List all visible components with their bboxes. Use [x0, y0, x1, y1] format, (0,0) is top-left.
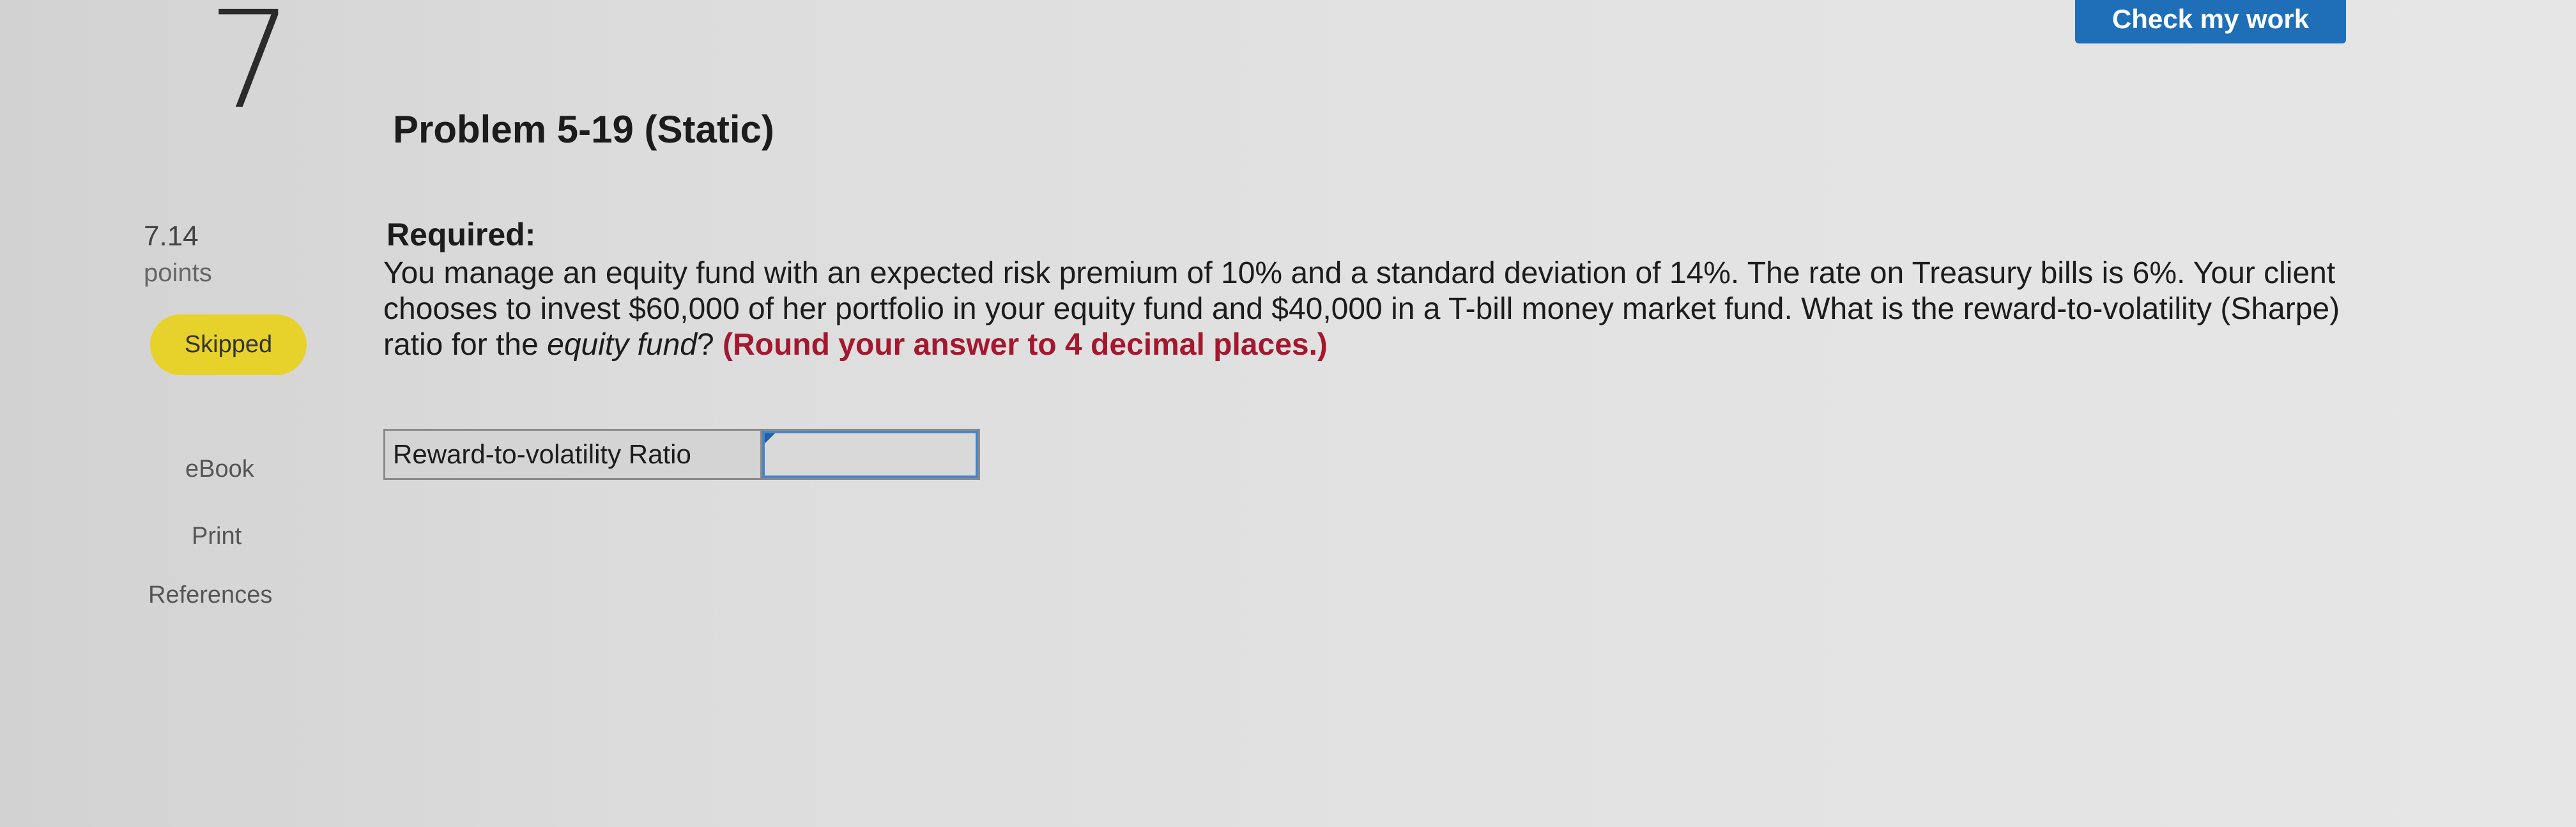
question-text: You manage an equity fund with an expect…	[383, 256, 2396, 363]
answer-input[interactable]	[762, 431, 978, 478]
rounding-instruction: (Round your answer to 4 decimal places.)	[723, 328, 1328, 362]
points-value: 7.14	[144, 220, 199, 252]
question-text-end: ?	[696, 328, 723, 362]
answer-label: Reward-to-volatility Ratio	[385, 431, 762, 478]
ebook-link[interactable]: eBook	[185, 456, 254, 483]
status-badge: Skipped	[150, 314, 307, 375]
references-link[interactable]: References	[148, 582, 272, 609]
question-number: 7	[208, 0, 293, 139]
assignment-page: 7 7.14 points Skipped eBook Print Refere…	[0, 0, 2576, 827]
problem-title: Problem 5-19 (Static)	[393, 108, 774, 151]
points-label: points	[144, 259, 212, 287]
answer-input-cell	[762, 431, 978, 478]
cell-marker-icon	[765, 433, 775, 444]
print-link[interactable]: Print	[192, 523, 241, 550]
answer-table: Reward-to-volatility Ratio	[383, 429, 980, 480]
check-my-work-button[interactable]: Check my work	[2075, 0, 2346, 43]
question-text-emphasis: equity fund	[547, 328, 697, 362]
required-label: Required:	[387, 217, 536, 252]
